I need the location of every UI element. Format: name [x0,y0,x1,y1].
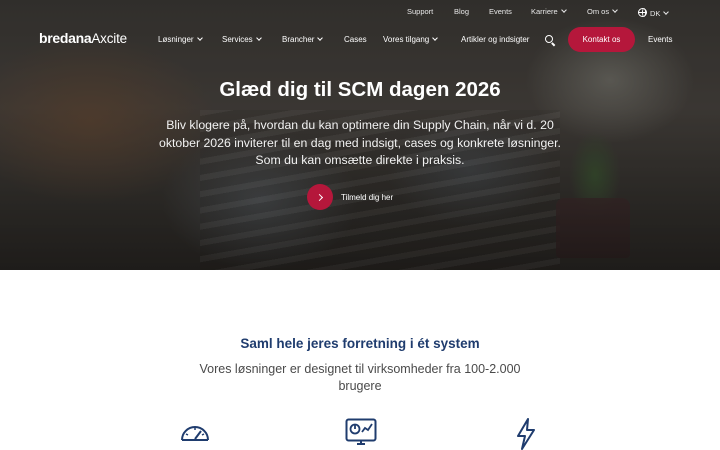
nav-item-services[interactable]: Services [222,35,262,44]
globe-icon [638,8,647,17]
util-menu-career[interactable]: Karriere [531,7,567,16]
utility-bar: Support Blog Events Karriere Om os DK [0,0,720,22]
nav-item-industries[interactable]: Brancher [282,35,324,44]
hero-title: Glæd dig til SCM dagen 2026 [219,78,501,101]
nav-item-approach-label: Vores tilgang [383,35,430,44]
nav-item-solutions-label: Løsninger [158,35,194,44]
speedometer-icon [181,426,209,441]
section-text: Vores løsninger er designet til virksomh… [199,362,521,393]
contact-button[interactable]: Kontakt os [568,27,635,52]
hero-cta[interactable]: Tilmeld dig her [307,184,427,210]
section-title: Saml hele jeres forretning i ét system [240,336,480,351]
util-menu-about-label: Om os [587,7,610,16]
chevron-down-icon [560,7,567,13]
chevron-down-icon [432,35,439,41]
search-icon[interactable] [545,35,553,43]
chevron-down-icon [196,35,203,41]
logo[interactable]: bredanaAxcite [39,30,127,48]
util-link-blog[interactable]: Blog [454,7,469,16]
nav-item-approach[interactable]: Vores tilgang [383,35,439,44]
arrow-right-icon [315,193,323,201]
logo-bold-text: bredana [39,30,92,46]
util-link-support[interactable]: Support [407,7,433,16]
nav-item-events[interactable]: Events [648,35,672,44]
util-link-events[interactable]: Events [489,7,512,16]
language-label: DK [650,9,661,18]
chevron-down-icon [317,35,324,41]
nav-item-services-label: Services [222,35,253,44]
util-menu-career-label: Karriere [531,7,558,16]
hero-text: Bliv klogere på, hvordan du kan optimere… [159,118,561,167]
lightning-icon [517,418,535,450]
logo-light-text: Axcite [91,31,127,46]
chevron-down-icon [255,35,262,41]
dashboard-chart-icon [345,418,377,445]
nav-item-solutions[interactable]: Løsninger [158,35,203,44]
chevron-down-icon [663,9,670,15]
cta-label[interactable]: Tilmeld dig her [341,193,393,202]
util-menu-about[interactable]: Om os [587,7,618,16]
nav-item-industries-label: Brancher [282,35,315,44]
language-selector[interactable]: DK [638,7,670,18]
nav-item-cases[interactable]: Cases [344,35,367,44]
nav-item-articles[interactable]: Artikler og indsigter [461,35,529,44]
cta-button[interactable] [307,184,333,210]
chevron-down-icon [612,7,618,13]
